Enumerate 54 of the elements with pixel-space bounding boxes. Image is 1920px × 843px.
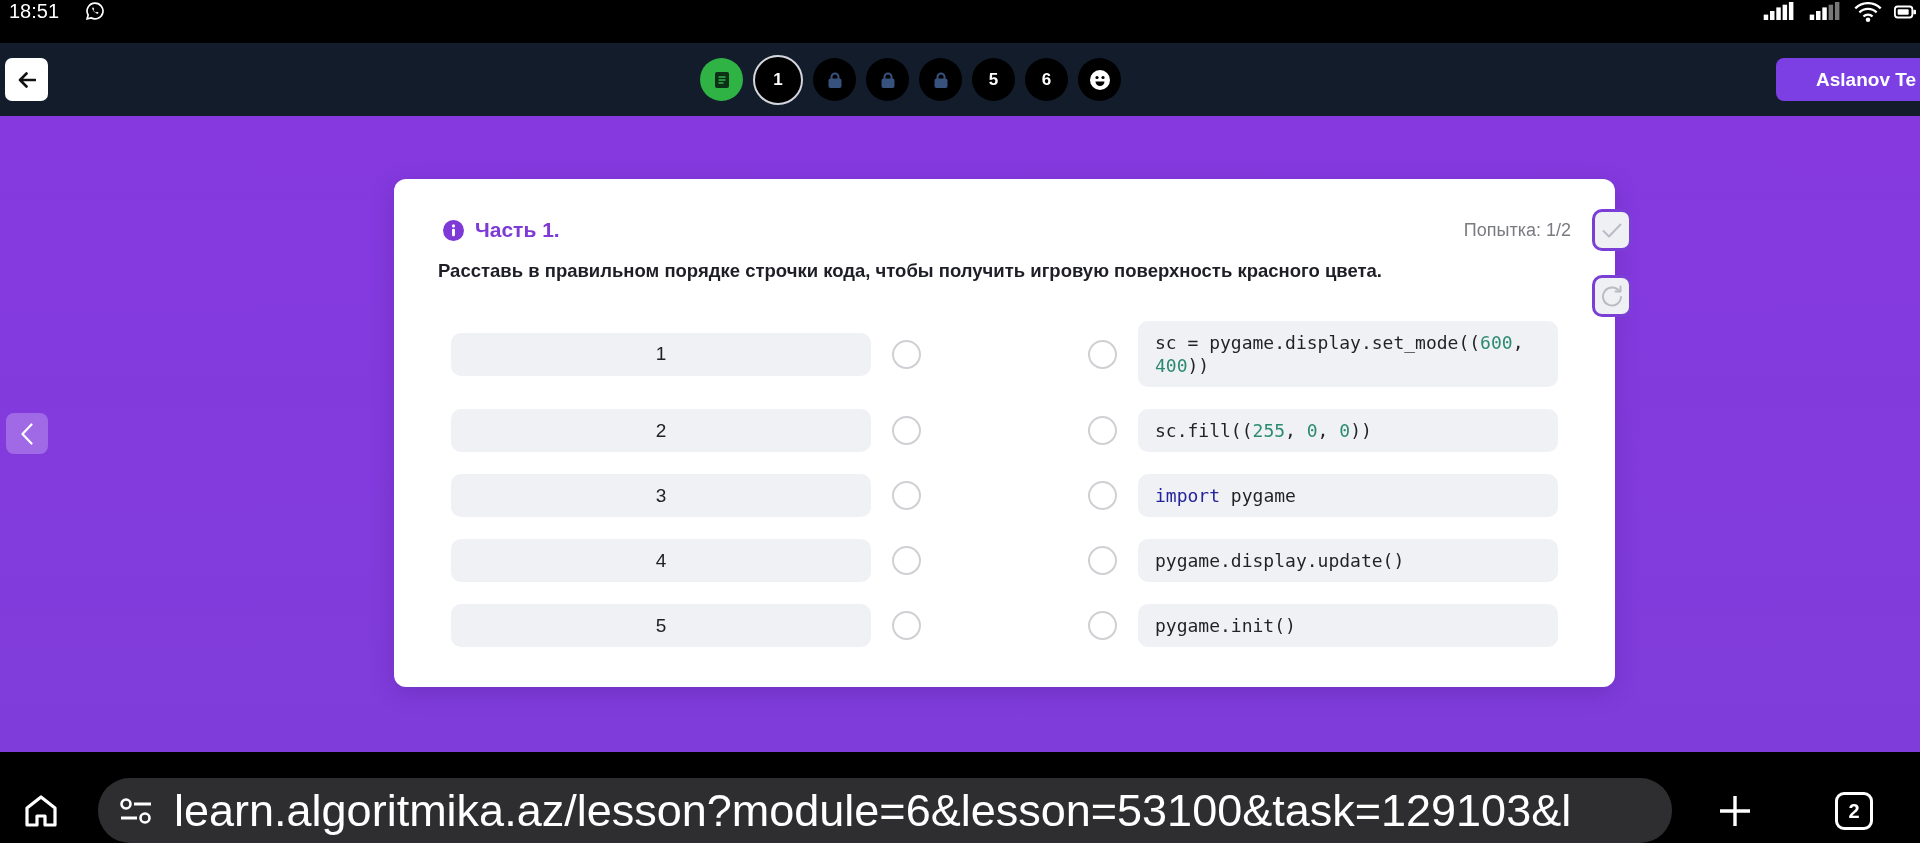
number-slot: 5 bbox=[451, 604, 871, 647]
step-button[interactable]: 6 bbox=[1025, 58, 1068, 101]
code-line-option: pygame.init() bbox=[1138, 604, 1558, 647]
previous-button[interactable] bbox=[6, 413, 48, 454]
document-icon bbox=[714, 71, 729, 88]
info-icon bbox=[443, 219, 464, 241]
connector-dot[interactable] bbox=[892, 546, 921, 575]
code-line-option: import pygame bbox=[1138, 474, 1558, 517]
back-button[interactable] bbox=[5, 58, 48, 101]
user-button[interactable]: Aslanov Te bbox=[1776, 58, 1920, 101]
connector-dot[interactable] bbox=[892, 416, 921, 445]
code-line-option: sc = pygame.display.set_mode((600, 400)) bbox=[1138, 321, 1558, 387]
arrow-left-icon bbox=[17, 71, 36, 88]
task-instruction: Расставь в правильном порядке строчки кода, чтобы получить игровую поверхность красного цвета. bbox=[438, 259, 1383, 283]
connector-dot[interactable] bbox=[892, 339, 921, 369]
part-title: Часть 1. bbox=[475, 217, 560, 243]
connector-dot[interactable] bbox=[1088, 416, 1117, 445]
lock-icon bbox=[932, 71, 949, 88]
connector-dot[interactable] bbox=[1088, 546, 1117, 575]
check-button[interactable] bbox=[1592, 209, 1632, 251]
connector-dot[interactable] bbox=[1088, 611, 1117, 640]
tune-icon bbox=[120, 797, 152, 824]
signal-icon bbox=[1762, 2, 1796, 20]
plus-icon[interactable] bbox=[1719, 795, 1751, 827]
chat-bubble-icon bbox=[85, 1, 106, 21]
chevron-left-icon bbox=[21, 422, 33, 445]
connector-dot[interactable] bbox=[1088, 481, 1117, 510]
refresh-icon bbox=[1601, 285, 1623, 307]
number-slot: 3 bbox=[451, 474, 871, 517]
connector-dot[interactable] bbox=[892, 611, 921, 640]
attempt-counter: Попытка: 1/2 bbox=[1463, 219, 1571, 242]
battery-icon bbox=[1894, 5, 1916, 19]
reset-button[interactable] bbox=[1592, 275, 1632, 317]
number-slot: 4 bbox=[451, 539, 871, 582]
step-button[interactable]: 5 bbox=[972, 58, 1015, 101]
lock-icon bbox=[879, 71, 896, 88]
signal-icon bbox=[1808, 2, 1842, 20]
lock-icon bbox=[826, 71, 843, 88]
connector-dot[interactable] bbox=[892, 481, 921, 510]
step-button[interactable] bbox=[700, 58, 743, 101]
number-slot: 2 bbox=[451, 409, 871, 452]
check-icon bbox=[1602, 222, 1622, 238]
address-bar[interactable]: learn.algoritmika.az/lesson?module=6&lesson=53100&task=129103&l bbox=[98, 778, 1672, 843]
smiley-icon bbox=[1089, 69, 1110, 90]
code-line-option: sc.fill((255, 0, 0)) bbox=[1138, 409, 1558, 452]
wifi-icon bbox=[1854, 2, 1882, 22]
tab-count-button[interactable]: 2 bbox=[1835, 792, 1873, 830]
step-button[interactable]: 1 bbox=[753, 54, 803, 105]
step-button[interactable] bbox=[1078, 58, 1121, 101]
connector-dot[interactable] bbox=[1088, 339, 1117, 369]
home-icon[interactable] bbox=[24, 794, 58, 828]
status-time: 18:51 bbox=[9, 0, 60, 22]
code-line-option: pygame.display.update() bbox=[1138, 539, 1558, 582]
number-slot: 1 bbox=[451, 332, 871, 376]
